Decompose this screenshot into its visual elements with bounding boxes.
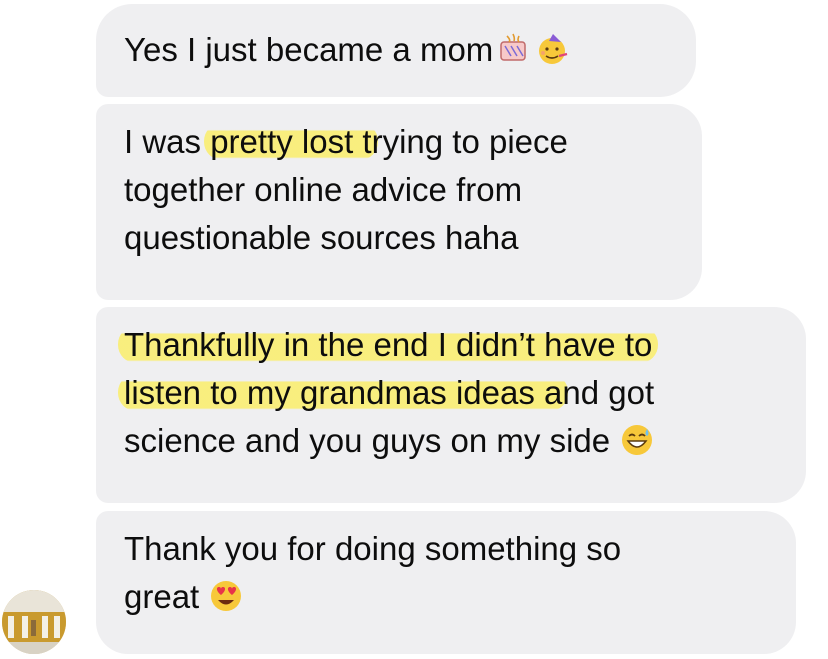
highlighted-text: listen to my grandmas ideas a bbox=[118, 374, 569, 411]
message-bubble[interactable]: Thank you for doing something so great bbox=[96, 511, 796, 654]
message-text: rying to piece bbox=[371, 123, 568, 160]
message-text: questionable sources haha bbox=[124, 219, 519, 256]
message-line: I was pretty lost trying to piece bbox=[124, 118, 674, 166]
message-line: together online advice from bbox=[124, 166, 674, 214]
message-text: I was bbox=[124, 123, 211, 160]
message-text: science and you guys on my side bbox=[124, 422, 611, 459]
highlighted-text: pretty lost t bbox=[204, 123, 378, 160]
message-text: nd got bbox=[562, 374, 655, 411]
party-popper-icon bbox=[499, 32, 533, 66]
message-line: science and you guys on my side bbox=[124, 417, 778, 465]
message-text: Yes I just became a mom bbox=[124, 31, 494, 68]
message-bubble[interactable]: Yes I just became a mom bbox=[96, 4, 696, 97]
heart-eyes-face-icon bbox=[209, 579, 243, 613]
message-line: questionable sources haha bbox=[124, 214, 674, 262]
grinning-sweat-face-icon bbox=[620, 423, 654, 457]
message-line: Thankfully in the end I didn’t have to bbox=[118, 321, 778, 369]
message-text: great bbox=[124, 578, 200, 615]
highlighted-text: Thankfully in the end I didn’t have to bbox=[118, 326, 659, 363]
partying-face-icon bbox=[535, 32, 569, 66]
message-line: Yes I just became a mom bbox=[124, 26, 668, 74]
avatar[interactable] bbox=[2, 590, 66, 654]
message-line: Thank you for doing something so bbox=[124, 525, 768, 573]
message-line: great bbox=[124, 573, 768, 621]
message-text: together online advice from bbox=[124, 171, 523, 208]
message-bubble[interactable]: I was pretty lost trying to piece togeth… bbox=[96, 104, 702, 300]
message-text: Thank you for doing something so bbox=[124, 530, 622, 567]
message-bubble[interactable]: Thankfully in the end I didn’t have to l… bbox=[96, 307, 806, 503]
message-line: listen to my grandmas ideas and got bbox=[118, 369, 778, 417]
